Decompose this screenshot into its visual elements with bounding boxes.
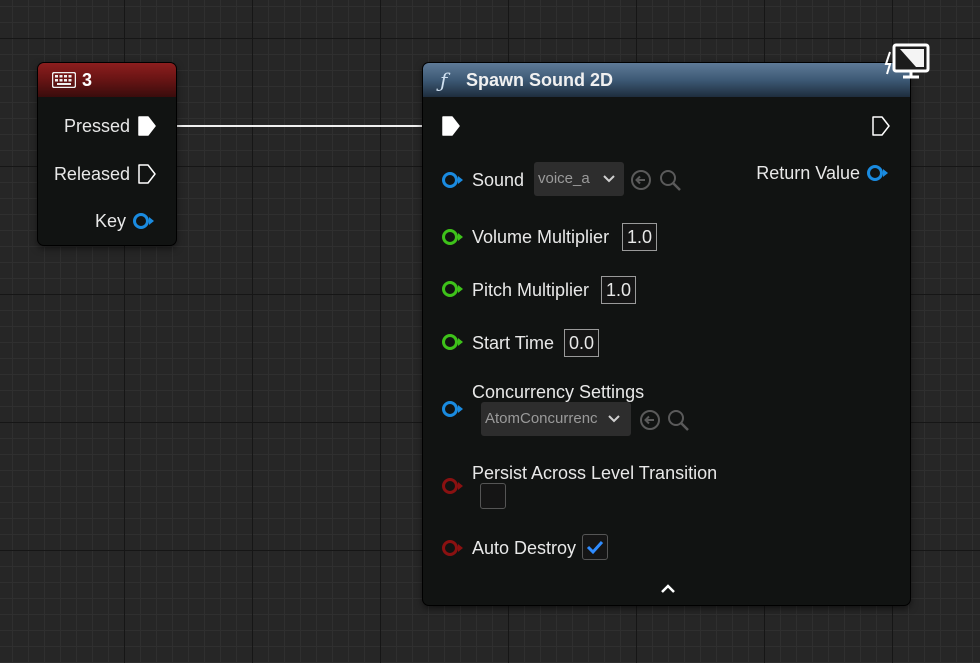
concurrency-asset-dropdown[interactable]: AtomConcurrenc [481, 402, 631, 436]
start-time-input[interactable]: 0.0 [564, 329, 600, 357]
start-time-label: Start Time [472, 333, 555, 353]
sound-asset-value: voice_a [538, 170, 590, 187]
spawn-sound-2d-node[interactable]: ƒ Spawn Sound 2D Sound voice_a Return Va… [423, 63, 910, 605]
pitch-multiplier-label: Pitch Multiplier [472, 280, 590, 300]
volume-multiplier-label: Volume Multiplier [472, 227, 610, 247]
collapse-advanced-chevron-up-icon[interactable] [660, 582, 676, 594]
browse-asset-search-icon[interactable] [667, 409, 691, 433]
return-value-pin[interactable] [866, 164, 890, 182]
pressed-label: Pressed [63, 116, 130, 136]
use-selected-asset-icon[interactable] [639, 409, 661, 431]
chevron-down-icon [603, 175, 615, 183]
function-icon: ƒ [440, 68, 448, 92]
pitch-multiplier-pin[interactable] [441, 280, 465, 298]
return-value-label: Return Value [756, 163, 860, 183]
keyboard-icon [52, 72, 76, 88]
start-time-pin[interactable] [441, 333, 465, 351]
persist-across-level-transition-checkbox[interactable] [480, 483, 506, 509]
spawn-node-header[interactable]: ƒ Spawn Sound 2D [423, 63, 910, 97]
key-struct-pin[interactable] [132, 212, 156, 230]
chevron-down-icon [608, 415, 620, 423]
sound-label: Sound [472, 170, 525, 190]
volume-multiplier-input[interactable]: 1.0 [622, 223, 658, 251]
persist-across-level-transition-pin[interactable] [441, 477, 465, 495]
released-label: Released [53, 164, 130, 184]
spawn-node-title: Spawn Sound 2D [466, 70, 614, 90]
released-exec-pin[interactable] [138, 164, 156, 184]
use-selected-asset-icon[interactable] [630, 169, 652, 191]
auto-destroy-label: Auto Destroy [472, 538, 577, 558]
exec-output-pin[interactable] [872, 116, 890, 136]
pressed-exec-pin[interactable] [138, 116, 156, 136]
client-only-monitor-icon [884, 43, 930, 79]
volume-multiplier-pin[interactable] [441, 228, 465, 246]
concurrency-settings-pin[interactable] [441, 400, 465, 418]
browse-asset-search-icon[interactable] [659, 169, 683, 193]
sound-pin[interactable] [441, 171, 465, 189]
key-node-header[interactable]: 3 [38, 63, 176, 97]
persist-across-level-transition-label: Persist Across Level Transition [472, 463, 718, 483]
key-node-title: 3 [82, 70, 93, 90]
sound-asset-dropdown[interactable]: voice_a [534, 162, 624, 196]
pitch-multiplier-input[interactable]: 1.0 [601, 276, 637, 304]
key-label: Key [94, 211, 126, 231]
key-event-node[interactable]: 3 Pressed Released Key [38, 63, 176, 245]
checkmark-icon [586, 540, 604, 555]
auto-destroy-pin[interactable] [441, 539, 465, 557]
concurrency-settings-label: Concurrency Settings [472, 382, 645, 402]
concurrency-asset-value: AtomConcurrenc [485, 410, 598, 427]
exec-input-pin[interactable] [442, 116, 460, 136]
auto-destroy-checkbox[interactable] [582, 534, 608, 560]
